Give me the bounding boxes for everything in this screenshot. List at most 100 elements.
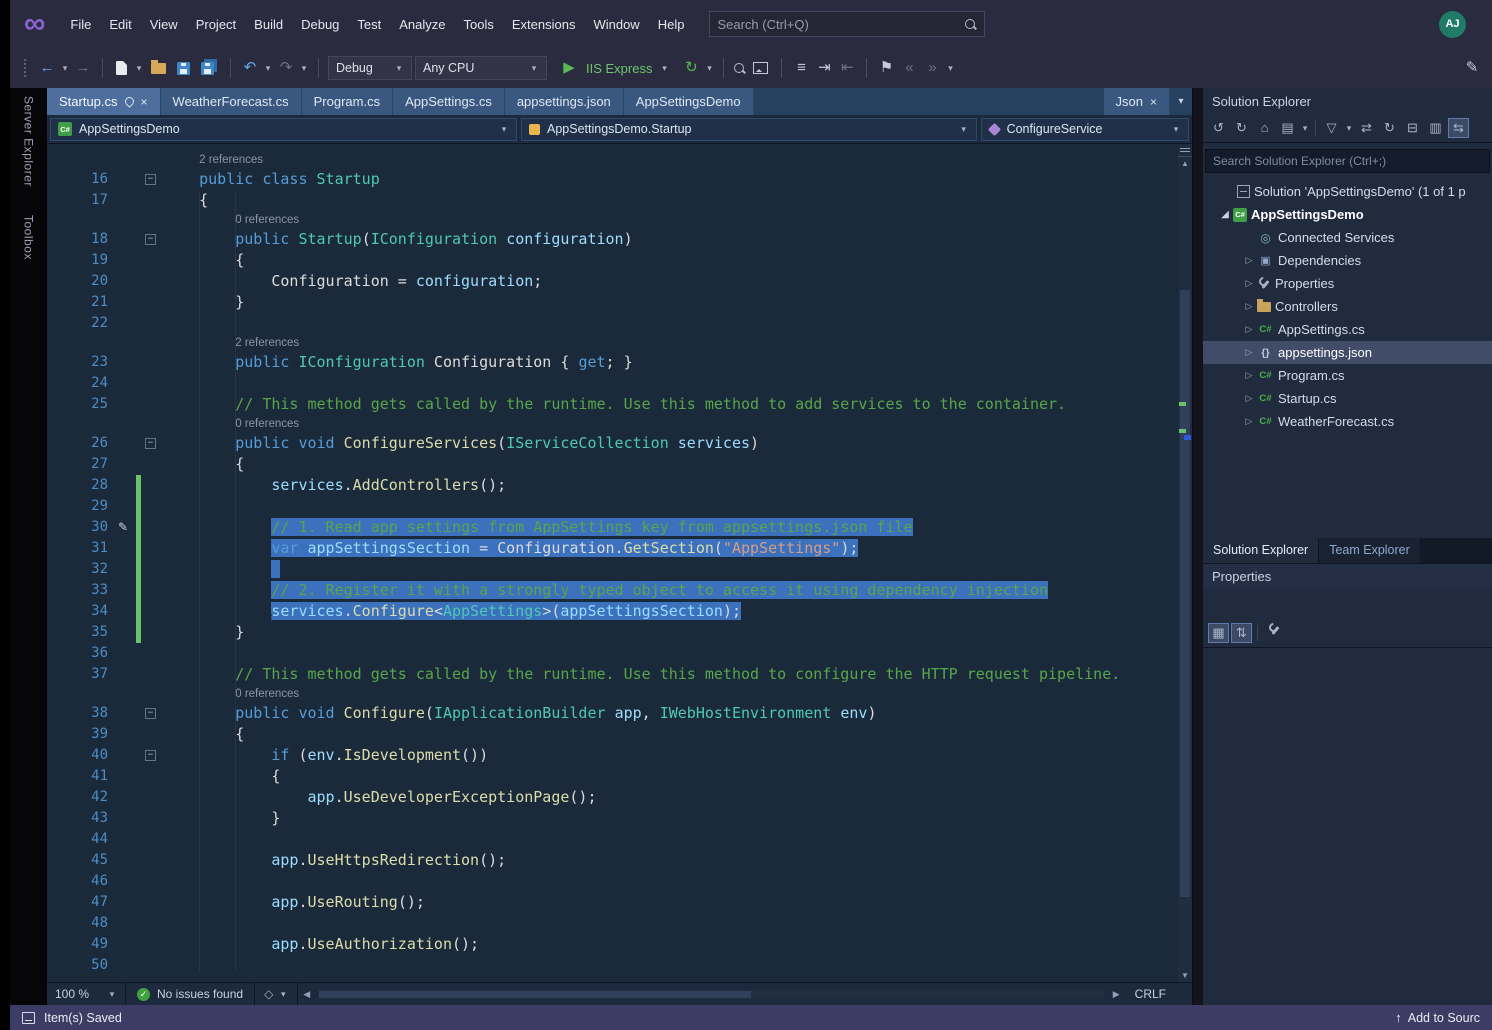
menu-item-build[interactable]: Build	[245, 12, 292, 37]
preview-selected-items-icon[interactable]: ⇆	[1448, 118, 1469, 138]
screenshot-icon[interactable]	[753, 62, 768, 74]
panel-tab-solution-explorer[interactable]: Solution Explorer	[1203, 538, 1319, 563]
code-text[interactable]: {	[163, 766, 1178, 787]
codelens-references[interactable]: 2 references	[163, 151, 263, 169]
forward-icon[interactable]: ↻	[1231, 118, 1252, 138]
code-text[interactable]	[163, 829, 1178, 850]
collapse-all-icon[interactable]: ⊟	[1402, 118, 1423, 138]
open-file-icon[interactable]	[151, 63, 166, 74]
menu-item-project[interactable]: Project	[187, 12, 245, 37]
outdent-icon[interactable]: ⇤	[837, 56, 857, 80]
toolbar-overflow-icon[interactable]: ▾	[945, 63, 955, 74]
chevron-closed-icon[interactable]: ▷	[1241, 278, 1257, 289]
vertical-scrollbar[interactable]: ▲ ▼	[1178, 144, 1192, 982]
menu-item-test[interactable]: Test	[348, 12, 390, 37]
codelens-references[interactable]: 0 references	[163, 211, 299, 229]
code-text[interactable]	[163, 373, 1178, 394]
side-tab-server-explorer[interactable]: Server Explorer	[22, 96, 36, 187]
tree-item-connected-services[interactable]: ◎Connected Services	[1203, 226, 1492, 249]
code-text[interactable]: }	[163, 622, 1178, 643]
switch-views-caret-icon[interactable]: ▾	[1300, 123, 1310, 134]
code-editor[interactable]: 2 references16− public class Startup17 {…	[47, 144, 1192, 982]
line-ending-indicator[interactable]: CRLF	[1135, 987, 1166, 1001]
code-text[interactable]: Configuration = configuration;	[163, 271, 1178, 292]
fold-marker-icon[interactable]: −	[145, 750, 156, 761]
solution-explorer-search-box[interactable]	[1205, 149, 1490, 173]
navigate-backward-icon[interactable]: ←	[37, 56, 57, 80]
chevron-closed-icon[interactable]: ▷	[1241, 324, 1257, 335]
save-icon[interactable]	[177, 62, 190, 75]
run-caret-icon[interactable]: ▾	[659, 63, 669, 74]
alphabetical-icon[interactable]: ⇅	[1231, 623, 1252, 643]
menu-item-analyze[interactable]: Analyze	[390, 12, 454, 37]
horizontal-scrollbar[interactable]	[319, 990, 1104, 999]
indent-icon[interactable]: ⇥	[814, 56, 834, 80]
tab-startup-cs[interactable]: Startup.cs×	[47, 88, 161, 115]
fold-marker-icon[interactable]: −	[145, 708, 156, 719]
next-bookmark-icon[interactable]: »	[922, 56, 942, 80]
chevron-closed-icon[interactable]: ▷	[1241, 393, 1257, 404]
code-text[interactable]	[163, 643, 1178, 664]
code-text[interactable]	[163, 913, 1178, 934]
code-text[interactable]: var appSettingsSection = Configuration.G…	[163, 538, 1178, 559]
menu-item-extensions[interactable]: Extensions	[503, 12, 585, 37]
menu-item-edit[interactable]: Edit	[100, 12, 140, 37]
menu-item-file[interactable]: File	[61, 12, 100, 37]
menu-item-help[interactable]: Help	[649, 12, 694, 37]
toolbar-grip[interactable]	[24, 59, 27, 77]
menu-item-tools[interactable]: Tools	[455, 12, 503, 37]
chevron-closed-icon[interactable]: ▷	[1241, 255, 1257, 266]
chevron-open-icon[interactable]: ◢	[1217, 209, 1233, 220]
redo-icon[interactable]: ↷	[276, 56, 296, 80]
pin-icon[interactable]	[123, 95, 136, 108]
search-icon[interactable]	[964, 18, 977, 31]
tab-appsettingsdemo[interactable]: AppSettingsDemo	[624, 88, 754, 115]
redo-caret-icon[interactable]: ▾	[299, 63, 309, 74]
tab-json[interactable]: Json×	[1104, 88, 1170, 115]
scroll-right-icon[interactable]: ▶	[1108, 989, 1125, 1000]
health-filter-button[interactable]: ◇ ▾	[255, 983, 297, 1005]
fold-marker-icon[interactable]: −	[145, 234, 156, 245]
code-text[interactable]: app.UseAuthorization();	[163, 934, 1178, 955]
code-text[interactable]: app.UseHttpsRedirection();	[163, 850, 1178, 871]
bookmark-icon[interactable]: ⚑	[876, 56, 896, 80]
zoom-select[interactable]: 100 % ▾	[47, 983, 125, 1005]
split-editor-handle[interactable]	[1178, 144, 1192, 157]
code-text[interactable]: app.UseRouting();	[163, 892, 1178, 913]
tab-program-cs[interactable]: Program.cs	[302, 88, 393, 115]
scroll-up-icon[interactable]: ▲	[1181, 157, 1189, 170]
code-text[interactable]	[163, 313, 1178, 334]
back-icon[interactable]: ↺	[1208, 118, 1229, 138]
codelens-references[interactable]: 0 references	[163, 415, 299, 433]
tree-item-dependencies[interactable]: ▷▣Dependencies	[1203, 249, 1492, 272]
previous-bookmark-icon[interactable]: «	[899, 56, 919, 80]
type-dropdown[interactable]: AppSettingsDemo.Startup ▾	[521, 118, 977, 141]
menu-item-view[interactable]: View	[141, 12, 187, 37]
tree-item-controllers[interactable]: ▷Controllers	[1203, 295, 1492, 318]
feedback-icon[interactable]: ✎	[1462, 56, 1482, 80]
scrollbar-track[interactable]	[1178, 170, 1192, 969]
tab-appsettings-json[interactable]: appsettings.json	[505, 88, 624, 115]
chevron-closed-icon[interactable]: ▷	[1241, 416, 1257, 427]
outline-icon[interactable]: ≡	[791, 56, 811, 80]
tree-item-appsettings-cs[interactable]: ▷C#AppSettings.cs	[1203, 318, 1492, 341]
property-pages-wrench-icon[interactable]	[1263, 623, 1284, 643]
hot-reload-icon[interactable]: ↻	[681, 56, 701, 80]
navigate-forward-icon[interactable]: →	[73, 56, 93, 80]
tree-item-appsettingsdemo[interactable]: ◢C#AppSettingsDemo	[1203, 203, 1492, 226]
code-text[interactable]: {	[163, 190, 1178, 211]
add-to-source-control-button[interactable]: ↑ Add to Sourc	[1395, 1010, 1480, 1025]
quick-search-box[interactable]	[709, 11, 985, 37]
code-text[interactable]: public Startup(IConfiguration configurat…	[163, 229, 1178, 250]
solution-configuration-select[interactable]: Debug ▾	[328, 56, 412, 80]
save-all-icon[interactable]	[201, 62, 214, 75]
tree-item-solution-appsettingsdemo-1-of-1-p[interactable]: Solution 'AppSettingsDemo' (1 of 1 p	[1203, 180, 1492, 203]
tree-item-startup-cs[interactable]: ▷C#Startup.cs	[1203, 387, 1492, 410]
refresh-icon[interactable]: ↻	[1379, 118, 1400, 138]
code-text[interactable]: // 1. Read app settings from AppSettings…	[163, 517, 1178, 538]
new-file-icon[interactable]	[116, 61, 127, 75]
find-in-files-icon[interactable]	[733, 62, 746, 75]
chevron-closed-icon[interactable]: ▷	[1241, 301, 1257, 312]
chevron-closed-icon[interactable]: ▷	[1241, 370, 1257, 381]
code-text[interactable]: app.UseDeveloperExceptionPage();	[163, 787, 1178, 808]
